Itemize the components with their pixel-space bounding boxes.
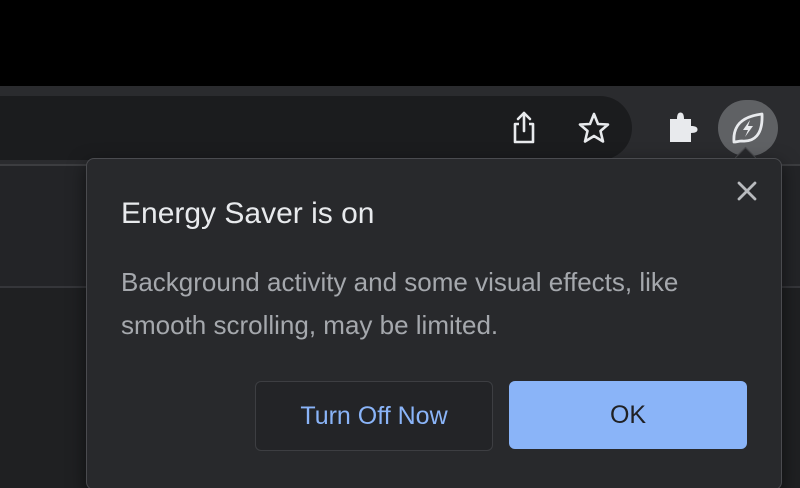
close-icon — [737, 181, 757, 201]
extensions-button[interactable] — [660, 106, 704, 150]
share-icon — [513, 111, 535, 144]
leaf-bolt-icon — [732, 112, 764, 144]
energy-saver-dialog: Energy Saver is on Background activity a… — [86, 158, 782, 488]
star-icon — [578, 112, 610, 143]
dialog-title: Energy Saver is on — [121, 197, 375, 230]
ok-button[interactable]: OK — [509, 381, 747, 449]
energy-saver-button[interactable] — [718, 100, 778, 156]
browser-window: Energy Saver is on Background activity a… — [0, 0, 800, 488]
dialog-body: Background activity and some visual effe… — [121, 267, 679, 340]
share-button[interactable] — [504, 106, 544, 150]
turn-off-now-button[interactable]: Turn Off Now — [255, 381, 493, 451]
bookmark-star-button[interactable] — [574, 106, 614, 150]
title-bar — [0, 0, 800, 86]
close-button[interactable] — [733, 177, 761, 205]
puzzle-piece-icon — [670, 112, 698, 142]
